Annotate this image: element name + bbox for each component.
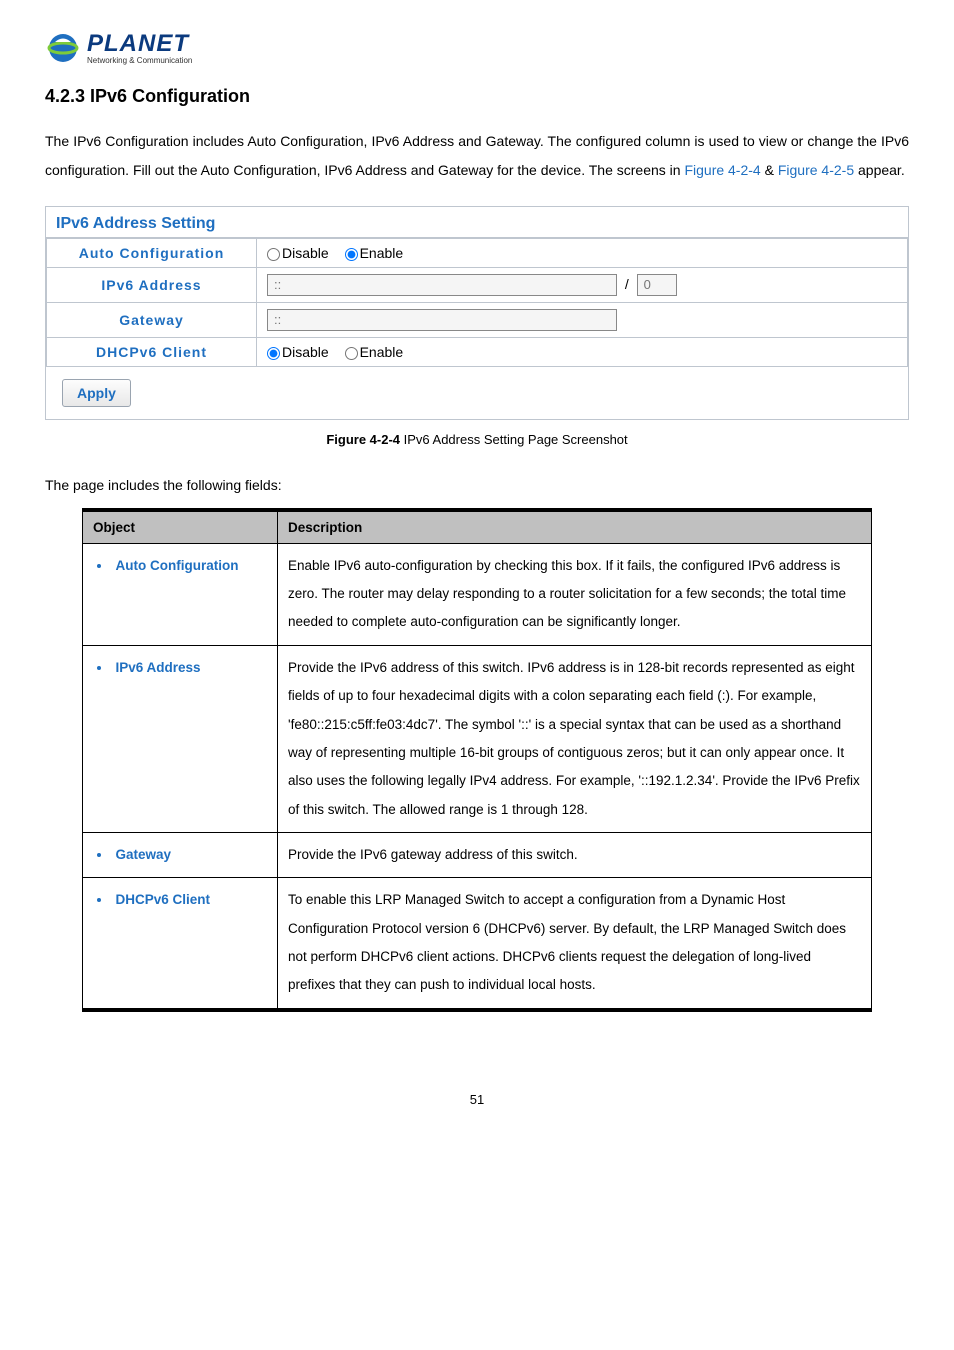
panel-title: IPv6 Address Setting [46,207,908,238]
table-row: IPv6 Address Provide the IPv6 address of… [83,645,872,832]
auto-config-enable-option[interactable]: Enable [345,245,404,261]
dhcpv6-client-label: DHCPv6 Client [47,337,257,366]
desc-ipv6-address: Provide the IPv6 address of this switch.… [278,645,872,832]
intro-paragraph: The IPv6 Configuration includes Auto Con… [45,127,909,186]
col-header-object: Object [83,511,278,543]
table-row: DHCPv6 Client To enable this LRP Managed… [83,878,872,1008]
ipv6-address-label: IPv6 Address [47,267,257,302]
obj-ipv6-address: IPv6 Address [97,654,267,682]
planet-globe-icon [45,30,81,66]
ipv6-prefix-input[interactable] [637,274,677,296]
dhcpv6-disable-radio[interactable] [267,347,280,360]
figure-link-4-2-4[interactable]: Figure 4-2-4 [684,162,760,178]
desc-auto-config: Enable IPv6 auto-configuration by checki… [278,543,872,645]
logo-tagline: Networking & Communication [87,56,192,65]
desc-gateway: Provide the IPv6 gateway address of this… [278,832,872,877]
dhcpv6-disable-text: Disable [282,344,329,360]
figure-caption-text: IPv6 Address Setting Page Screenshot [404,432,628,447]
dhcpv6-enable-text: Enable [360,344,404,360]
section-heading: 4.2.3 IPv6 Configuration [45,86,909,107]
col-header-description: Description [278,511,872,543]
ipv6-address-input[interactable] [267,274,617,296]
auto-config-disable-radio[interactable] [267,248,280,261]
auto-config-enable-radio[interactable] [345,248,358,261]
page-number: 51 [45,1092,909,1107]
auto-config-enable-text: Enable [360,245,404,261]
obj-auto-config: Auto Configuration [97,552,267,580]
figure-caption: Figure 4-2-4 IPv6 Address Setting Page S… [45,432,909,447]
table-row: Auto Configuration Enable IPv6 auto-conf… [83,543,872,645]
table-row: Gateway Provide the IPv6 gateway address… [83,832,872,877]
figure-link-4-2-5[interactable]: Figure 4-2-5 [778,162,854,178]
logo-block: PLANET Networking & Communication [45,30,909,66]
dhcpv6-enable-option[interactable]: Enable [345,344,404,360]
logo-name: PLANET [87,32,192,56]
figure-caption-bold: Figure 4-2-4 [326,432,403,447]
ipv6-address-setting-panel: IPv6 Address Setting Auto Configuration … [45,206,909,420]
dhcpv6-disable-option[interactable]: Disable [267,344,329,360]
obj-dhcpv6-client: DHCPv6 Client [97,886,267,914]
auto-config-disable-option[interactable]: Disable [267,245,329,261]
auto-config-label: Auto Configuration [47,238,257,267]
fields-table: Object Description Auto Configuration En… [82,511,872,1009]
dhcpv6-enable-radio[interactable] [345,347,358,360]
gateway-input[interactable] [267,309,617,331]
auto-config-disable-text: Disable [282,245,329,261]
prefix-slash: / [625,276,629,292]
obj-gateway: Gateway [97,841,267,869]
gateway-label: Gateway [47,302,257,337]
intro-amp: & [765,162,778,178]
apply-button[interactable]: Apply [62,379,131,407]
desc-dhcpv6-client: To enable this LRP Managed Switch to acc… [278,878,872,1008]
fields-intro: The page includes the following fields: [45,477,909,493]
intro-suffix: appear. [858,162,905,178]
